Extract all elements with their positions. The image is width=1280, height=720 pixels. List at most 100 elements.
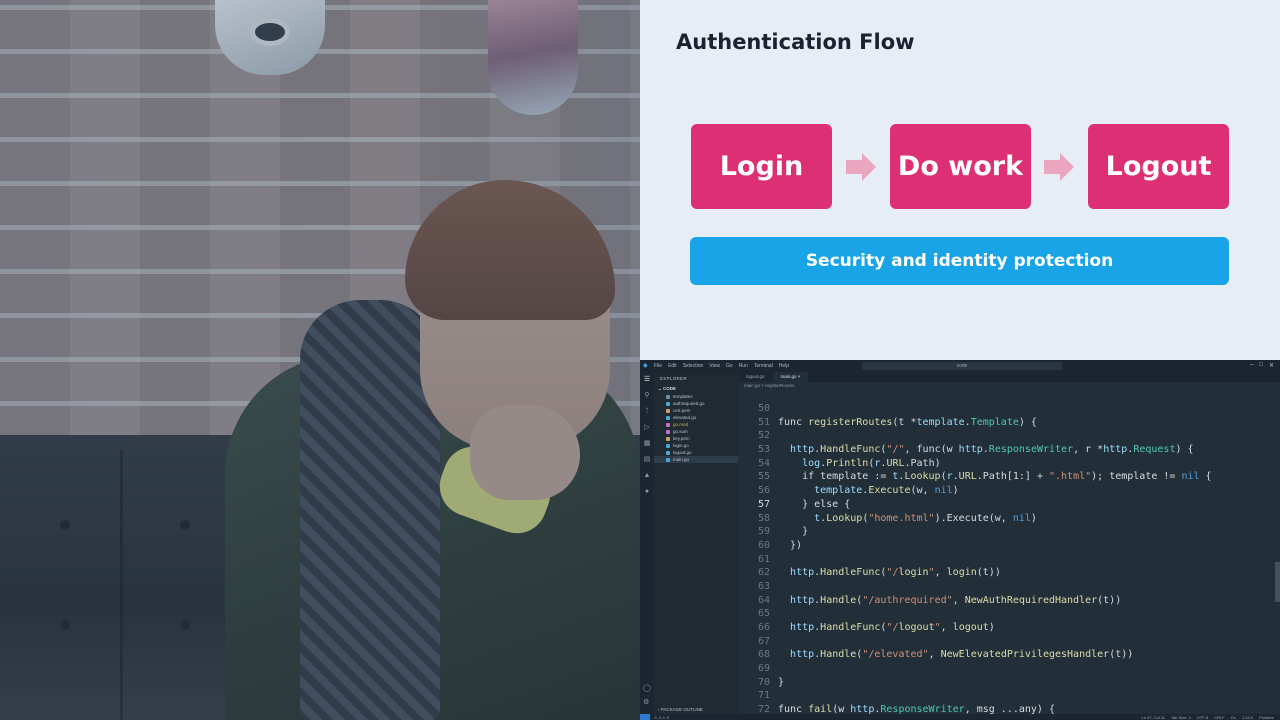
code-line[interactable]: ​ xyxy=(778,607,1270,621)
line-number: 57 xyxy=(757,498,770,510)
menu-file[interactable]: File xyxy=(654,363,662,369)
code-line[interactable]: log.Println(r.URL.Path) xyxy=(778,457,1270,471)
maximize-icon[interactable]: □ xyxy=(1259,362,1263,369)
menu-run[interactable]: Run xyxy=(739,363,748,369)
line-number: 66 xyxy=(757,622,770,633)
menu-edit[interactable]: Edit xyxy=(668,363,677,369)
title-bar: ◆ File Edit Selection View Go Run Termin… xyxy=(640,360,1280,372)
go-file-icon xyxy=(666,457,670,462)
file-tree-item-selected[interactable]: main.go xyxy=(654,456,738,463)
key-file-icon xyxy=(666,436,670,441)
extensions-icon[interactable]: ▦ xyxy=(643,440,651,448)
docker-icon[interactable]: ● xyxy=(643,488,651,496)
code-line[interactable]: ​ xyxy=(778,635,1270,649)
code-line[interactable]: template.Execute(w, nil) xyxy=(778,484,1270,498)
explorer-icon[interactable]: ☰ xyxy=(643,376,651,384)
code-lines[interactable]: ​func registerRoutes(t *template.Templat… xyxy=(778,402,1270,717)
language-mode[interactable]: Go xyxy=(1231,715,1236,720)
file-tree-item[interactable]: cert.pem xyxy=(654,407,738,414)
slide-panel: Authentication Flow Login Do work Logout… xyxy=(640,0,1280,360)
testing-icon[interactable]: ▲ xyxy=(643,472,651,480)
code-line[interactable]: ​ xyxy=(778,429,1270,443)
slide-title: Authentication Flow xyxy=(676,30,915,54)
tab-logout-go[interactable]: logout.go xyxy=(738,372,773,382)
file-tree-item[interactable]: elevated.go xyxy=(654,414,738,421)
file-tree-item[interactable]: templates xyxy=(654,393,738,400)
cursor-position[interactable]: Ln 57, Col 11 xyxy=(1142,715,1166,720)
code-line[interactable]: func registerRoutes(t *template.Template… xyxy=(778,416,1270,430)
account-icon[interactable]: ◯ xyxy=(643,684,651,692)
line-number: 56 xyxy=(757,485,770,497)
line-number: 61 xyxy=(757,553,770,565)
code-line[interactable]: } else { xyxy=(778,498,1270,512)
status-bar: ⚠ 0 ⚠ 0 Ln 57, Col 11 Tab Size: 4 UTF-8 … xyxy=(640,714,1280,720)
code-line[interactable]: ​ xyxy=(778,580,1270,594)
explorer-title: EXPLORER xyxy=(660,376,687,381)
line-number: 70 xyxy=(757,676,770,688)
file-tree-item[interactable]: go.mod xyxy=(654,421,738,428)
encoding[interactable]: UTF-8 xyxy=(1197,715,1208,720)
activity-bar: ☰ ⚲ ᛉ ▷ ▦ ▤ ▲ ● ◯ ⚙ xyxy=(640,372,654,714)
errors-warnings[interactable]: ⚠ 0 ⚠ 0 xyxy=(654,715,669,720)
close-icon[interactable]: ✕ xyxy=(1269,362,1274,369)
indentation[interactable]: Tab Size: 4 xyxy=(1171,715,1191,720)
go-mod-icon xyxy=(666,422,670,427)
code-line[interactable]: ​ xyxy=(778,402,1270,416)
line-number: 63 xyxy=(757,580,770,592)
file-tree-item[interactable]: authrequired.go xyxy=(654,400,738,407)
code-editor[interactable]: logout.go main.go × main.go > registerRo… xyxy=(738,372,1280,717)
file-tree-item[interactable]: go.sum xyxy=(654,428,738,435)
remote-explorer-icon[interactable]: ▤ xyxy=(643,456,651,464)
menu-terminal[interactable]: Terminal xyxy=(754,363,773,369)
code-line[interactable]: http.Handle("/elevated", NewElevatedPriv… xyxy=(778,648,1270,662)
problems-indicator[interactable]: Problem xyxy=(1259,715,1274,720)
code-line[interactable]: } xyxy=(778,676,1270,690)
line-number: 54 xyxy=(757,457,770,469)
code-line[interactable]: ​ xyxy=(778,662,1270,676)
run-debug-icon[interactable]: ▷ xyxy=(643,424,651,432)
minimize-icon[interactable]: – xyxy=(1250,362,1253,369)
settings-gear-icon[interactable]: ⚙ xyxy=(643,698,649,706)
code-line[interactable]: if template := t.Lookup(r.URL.Path[1:] +… xyxy=(778,470,1270,484)
explorer-sidebar: EXPLORER ⌄ CODE templates authrequired.g… xyxy=(654,372,738,714)
end-of-line[interactable]: CRLF xyxy=(1214,715,1224,720)
code-line[interactable]: t.Lookup("home.html").Execute(w, nil) xyxy=(778,512,1270,526)
line-number: 64 xyxy=(757,594,770,606)
tab-main-go[interactable]: main.go × xyxy=(772,372,809,382)
code-line[interactable]: }) xyxy=(778,539,1270,553)
vertical-scrollbar[interactable] xyxy=(1275,562,1280,602)
line-number: 60 xyxy=(757,539,770,551)
source-control-icon[interactable]: ᛉ xyxy=(643,408,651,416)
menu-go[interactable]: Go xyxy=(726,363,733,369)
go-file-icon xyxy=(666,450,670,455)
code-line[interactable]: http.Handle("/authrequired", NewAuthRequ… xyxy=(778,594,1270,608)
line-number: 52 xyxy=(757,430,770,442)
line-number: 67 xyxy=(757,635,770,647)
code-line[interactable]: http.HandleFunc("/", func(w http.Respons… xyxy=(778,443,1270,457)
minimap[interactable] xyxy=(1272,382,1280,714)
line-number: 62 xyxy=(757,567,770,579)
search-icon[interactable]: ⚲ xyxy=(643,392,651,400)
file-tree-item[interactable]: login.go xyxy=(654,442,738,449)
file-tree-item[interactable]: logout.go xyxy=(654,449,738,456)
package-outline-section[interactable]: › PACKAGE OUTLINE xyxy=(658,707,703,712)
close-tab-icon[interactable]: × xyxy=(798,374,801,379)
line-number: 53 xyxy=(757,444,770,456)
code-line[interactable]: ​ xyxy=(778,553,1270,567)
code-line[interactable]: ​ xyxy=(778,689,1270,703)
remote-indicator-icon[interactable] xyxy=(640,714,650,720)
code-line[interactable]: http.HandleFunc("/login", login(t)) xyxy=(778,566,1270,580)
file-tree-item[interactable]: key.pem xyxy=(654,435,738,442)
go-sum-icon xyxy=(666,429,670,434)
menu-selection[interactable]: Selection xyxy=(683,363,704,369)
security-bar: Security and identity protection xyxy=(690,237,1229,285)
menu-view[interactable]: View xyxy=(709,363,720,369)
breadcrumb[interactable]: main.go > registerRoutes xyxy=(744,383,794,388)
step-logout: Logout xyxy=(1088,124,1229,209)
menu-help[interactable]: Help xyxy=(779,363,789,369)
command-center-search[interactable]: code xyxy=(862,362,1062,370)
go-version[interactable]: 1.24.0 xyxy=(1242,715,1253,720)
explorer-root-folder[interactable]: ⌄ CODE xyxy=(654,385,738,393)
code-line[interactable]: http.HandleFunc("/logout", logout) xyxy=(778,621,1270,635)
code-line[interactable]: } xyxy=(778,525,1270,539)
